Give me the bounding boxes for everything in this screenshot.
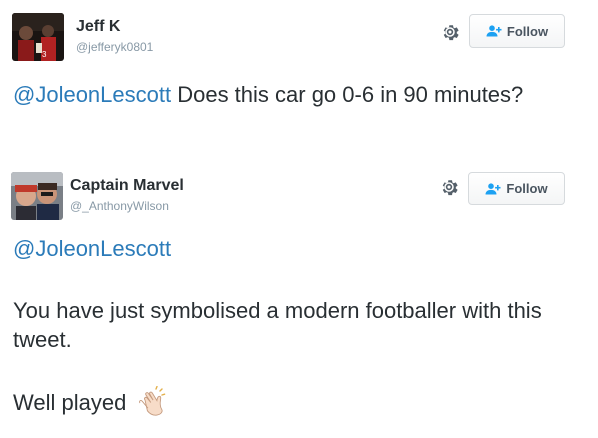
avatar[interactable] — [11, 172, 63, 220]
tweet-jeff-k: 3 Jeff K @jefferyk0801 Follow @JoleonLes… — [0, 0, 598, 150]
person-plus-icon — [486, 25, 502, 37]
gear-icon[interactable] — [438, 176, 460, 198]
gear-icon[interactable] — [439, 21, 461, 43]
follow-label: Follow — [506, 181, 548, 196]
svg-text:3: 3 — [42, 50, 47, 59]
person-plus-icon — [485, 182, 501, 195]
clapping-hands-icon — [136, 385, 168, 418]
follow-button[interactable]: Follow — [468, 172, 565, 205]
tweet-closing-text: Well played — [13, 389, 127, 415]
follow-label: Follow — [506, 23, 549, 39]
tweet-body: Does this car go 0-6 in 90 minutes? — [171, 82, 524, 107]
tweet-closing-line: Well played — [13, 385, 168, 418]
mention-link[interactable]: @JoleonLescott — [13, 82, 171, 107]
tweet-captain-marvel: Captain Marvel @_AnthonyWilson Follow @J… — [0, 160, 598, 438]
tweet-text: @JoleonLescott Does this car go 0-6 in 9… — [13, 80, 583, 109]
display-name[interactable]: Captain Marvel — [70, 177, 184, 195]
display-name[interactable]: Jeff K — [76, 18, 120, 36]
user-handle[interactable]: @_AnthonyWilson — [70, 199, 169, 213]
follow-button[interactable]: Follow — [469, 14, 565, 48]
avatar[interactable]: 3 — [12, 13, 64, 61]
tweet-body: You have just symbolised a modern footba… — [13, 298, 542, 352]
mention-link[interactable]: @JoleonLescott — [13, 234, 171, 263]
user-handle[interactable]: @jefferyk0801 — [76, 40, 153, 54]
